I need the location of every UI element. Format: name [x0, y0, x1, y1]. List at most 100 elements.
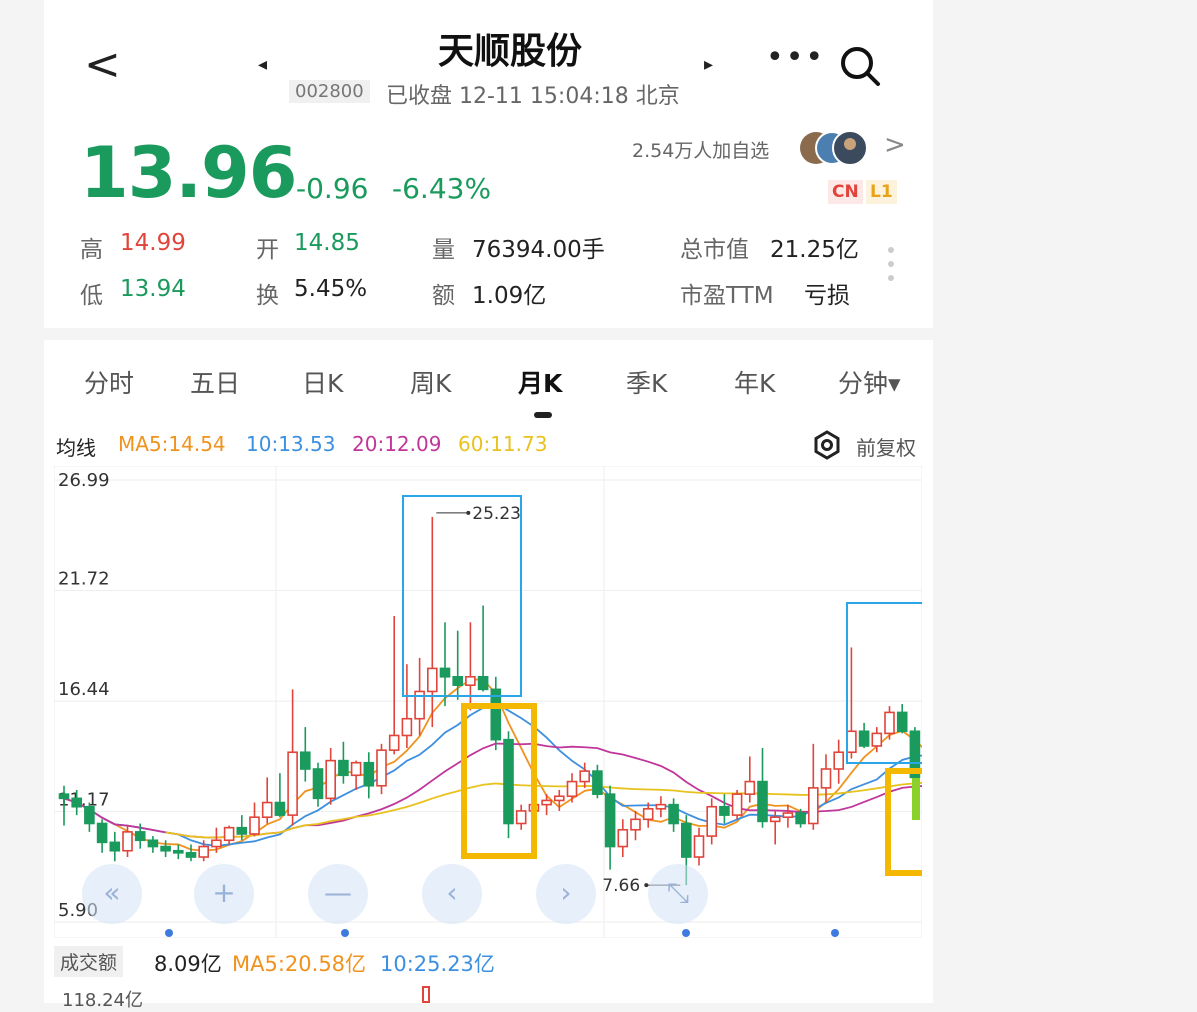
next-stock-button[interactable]: ▸ [704, 54, 713, 75]
candle-body [719, 805, 730, 816]
stat-value-pe: 亏损 [804, 283, 850, 309]
candle-body [871, 732, 883, 747]
stat-label-pe: 市盈TTM [680, 283, 774, 309]
candle-body [680, 822, 692, 858]
candle-body [604, 793, 616, 848]
stat-label-market-cap: 总市值 [680, 237, 749, 263]
candle-body [846, 730, 857, 754]
tab-weekly-k[interactable]: 周K [410, 364, 451, 400]
candle-body [261, 801, 273, 819]
y-tick-label: 21.72 [58, 568, 110, 589]
zoom-in-button[interactable]: + [194, 864, 254, 924]
prev-stock-button[interactable]: ◂ [258, 54, 267, 75]
candle-body [642, 808, 654, 821]
candle-body [287, 751, 298, 816]
candle-body [223, 826, 235, 842]
candle-body [795, 812, 806, 825]
candle-body [249, 816, 260, 835]
candle-body [592, 770, 603, 795]
candle-body [452, 675, 464, 686]
follower-avatars[interactable] [798, 128, 872, 168]
candle-body [325, 759, 337, 800]
low-marker-dot [644, 883, 649, 888]
volume-ma10: 10:25.23亿 [380, 952, 495, 976]
candle-body [896, 711, 908, 733]
stat-value-volume: 76394.00手 [472, 237, 605, 263]
kline-chart[interactable]: 26.9921.7216.4411.175.90 25.237.66 [54, 466, 922, 938]
ma20-value: 20:12.09 [352, 432, 442, 456]
candle-body [236, 826, 248, 835]
stock-code-badge: 002800 [289, 80, 370, 103]
tab-quarterly-k[interactable]: 季K [626, 364, 667, 400]
candle-body [173, 849, 184, 854]
tab-monthly-k[interactable]: 月K [518, 364, 562, 400]
fullscreen-button[interactable]: ⤡ [648, 864, 708, 924]
tab-minute[interactable]: 分钟▾ [838, 364, 901, 400]
candle-body [820, 768, 832, 789]
candle-body [122, 831, 133, 852]
candle-body [109, 841, 121, 852]
candle-body [731, 793, 743, 816]
candle-body [350, 761, 362, 777]
candle-body [401, 717, 413, 737]
tab-daily-k[interactable]: 日K [302, 364, 343, 400]
market-status: 已收盘 12-11 15:04:18 北京 [386, 84, 680, 109]
candle-body [198, 845, 209, 858]
candle-body [630, 818, 641, 831]
y-tick-label: 26.99 [58, 470, 110, 491]
price-change: -0.96 [296, 172, 369, 205]
followers-count[interactable]: 2.54万人加自选 [632, 136, 769, 163]
scroll-right-button[interactable]: › [536, 864, 596, 924]
candle-body [693, 835, 705, 858]
search-icon[interactable] [838, 44, 882, 88]
annotation-bar-green [912, 778, 920, 820]
candle-body [465, 675, 476, 686]
tab-five-day[interactable]: 五日 [190, 364, 240, 400]
high-marker-dot [466, 510, 471, 515]
candle-body [71, 797, 83, 808]
candle-body [744, 780, 756, 795]
zoom-out-button[interactable]: — [308, 864, 368, 924]
candle [503, 731, 514, 839]
low-price-label: 7.66 [602, 876, 640, 896]
followers-chevron-icon[interactable]: > [884, 130, 906, 160]
candle-body [300, 751, 311, 770]
stock-title: 天顺股份 [437, 31, 582, 72]
stat-label-high: 高 [80, 237, 103, 263]
candle-body [541, 799, 552, 806]
stat-label-open: 开 [256, 237, 279, 263]
candle-body [807, 787, 819, 825]
scroll-left-button[interactable]: ‹ [422, 864, 482, 924]
candle-body [617, 828, 629, 848]
zoom-start-button[interactable]: « [82, 864, 142, 924]
candle-body [134, 831, 146, 842]
page-dot [341, 929, 349, 937]
candle-body [147, 839, 159, 848]
candle-body [884, 711, 895, 735]
candle [731, 789, 743, 820]
price-adjust-toggle[interactable]: 前复权 [856, 432, 916, 461]
candle-body [833, 751, 845, 770]
volume-value: 8.09亿 [154, 952, 222, 976]
stat-value-market-cap: 21.25亿 [770, 237, 859, 263]
stats-more-icon[interactable] [886, 244, 896, 284]
stat-label-volume: 量 [432, 237, 455, 263]
candle-body [211, 839, 222, 848]
volume-max-tick: 118.24亿 [62, 990, 143, 1011]
page-dot [682, 929, 690, 937]
ma60-value: 60:11.73 [458, 432, 548, 456]
back-button[interactable]: < [84, 40, 121, 90]
candle-body [782, 812, 794, 819]
candle-body [579, 770, 591, 783]
candle-body [96, 822, 108, 844]
candle-body [426, 667, 438, 693]
candle-body [376, 749, 387, 787]
stat-value-high: 14.99 [120, 230, 186, 256]
candle-body [706, 805, 718, 837]
tab-intraday[interactable]: 分时 [84, 364, 134, 400]
tab-yearly-k[interactable]: 年K [734, 364, 775, 400]
candle-body [363, 761, 375, 787]
more-menu-button[interactable]: ••• [766, 40, 825, 75]
settings-icon[interactable] [812, 430, 842, 460]
volume-label: 成交额 [54, 946, 124, 977]
